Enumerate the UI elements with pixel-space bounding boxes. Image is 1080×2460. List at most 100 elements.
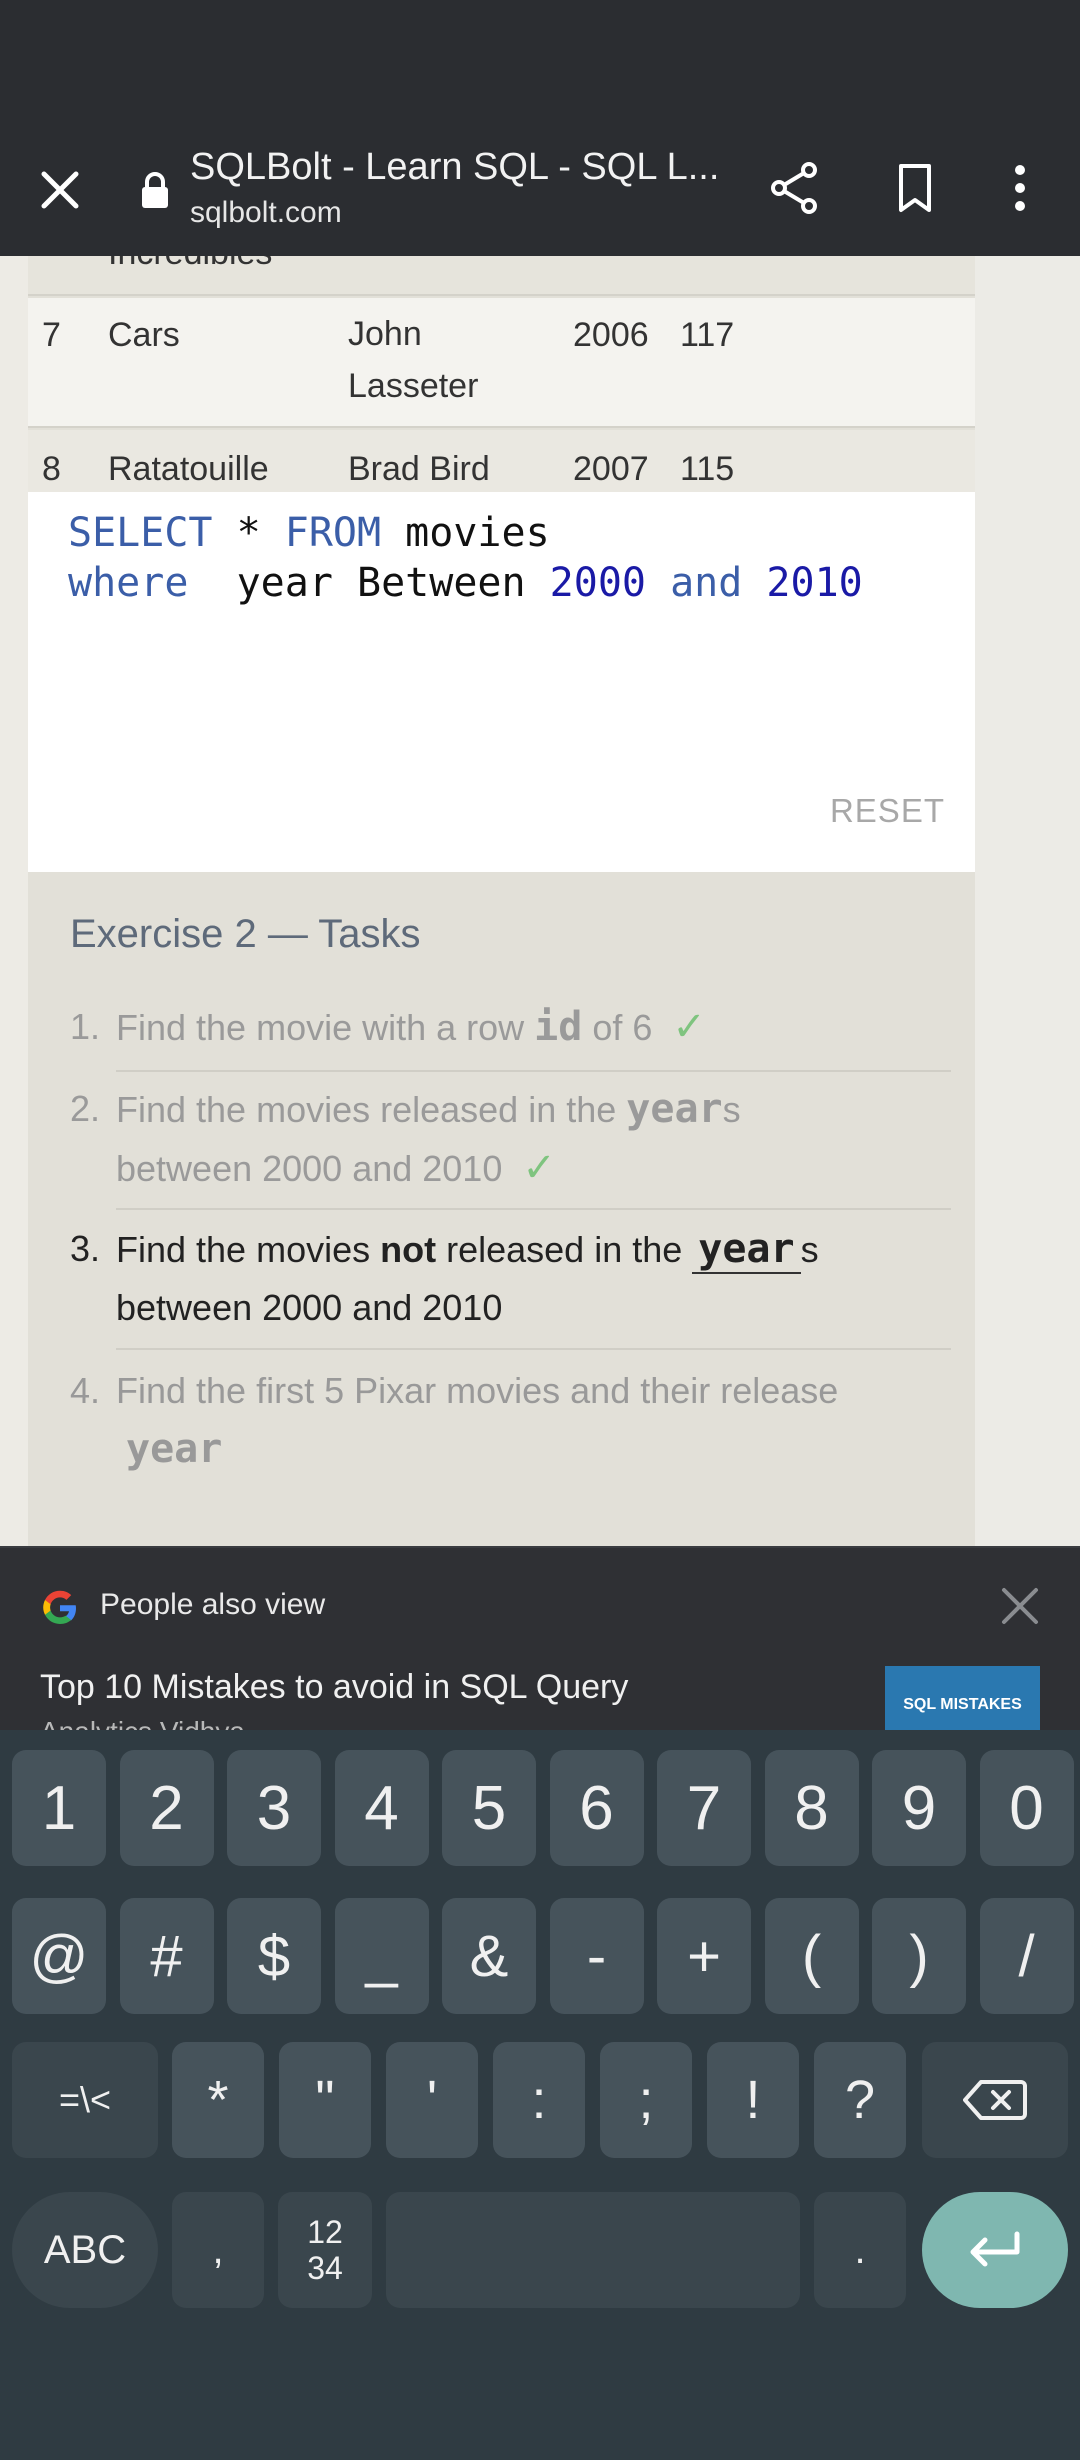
reset-button[interactable]: RESET	[830, 792, 945, 830]
abc-key[interactable]: ABC	[12, 2192, 158, 2308]
task-text-part: s	[722, 1089, 741, 1130]
task-text-part: of 6	[582, 1007, 653, 1048]
cell-year: 2007	[573, 450, 649, 488]
key-symbol[interactable]: ?	[814, 2042, 906, 2158]
link-thumbnail[interactable]: SQL MISTAKES	[885, 1666, 1040, 1732]
key-symbol[interactable]: "	[279, 2042, 371, 2158]
task-text-part: between 2000 and 2010	[116, 1287, 503, 1328]
task-text-part: between 2000 and 2010	[116, 1148, 503, 1189]
cell-id: 8	[42, 450, 61, 488]
sql-number: 2010	[766, 560, 863, 606]
more-options-icon[interactable]	[995, 158, 1045, 218]
code-term: year	[126, 1426, 223, 1472]
panel-heading: People also view	[100, 1588, 326, 1621]
backspace-key[interactable]	[922, 2042, 1068, 2158]
task-text-part: Find the first 5 Pixar movies and their …	[116, 1370, 839, 1411]
close-icon[interactable]	[30, 160, 90, 220]
check-icon: ✓	[672, 1005, 706, 1049]
key-symbol[interactable]: ;	[600, 2042, 692, 2158]
key-symbols-alt[interactable]: =\<	[12, 2042, 158, 2158]
code-term: year	[692, 1226, 801, 1274]
sql-text: year Between	[188, 560, 550, 606]
check-icon: ✓	[522, 1146, 556, 1190]
director-line: John	[348, 315, 422, 353]
key-0[interactable]: 0	[979, 1750, 1074, 1866]
key-symbol[interactable]: :	[493, 2042, 585, 2158]
task-text-part: released in the	[436, 1229, 693, 1270]
key-symbol[interactable]: @	[12, 1898, 106, 2014]
key-1[interactable]: 1	[12, 1750, 106, 1866]
space-key[interactable]	[386, 2192, 800, 2308]
sql-code[interactable]: SELECT * FROM movies where year Between …	[68, 508, 863, 608]
key-symbol[interactable]: $	[227, 1898, 321, 2014]
sql-keyword: FROM	[284, 510, 382, 556]
key-3[interactable]: 3	[227, 1750, 321, 1866]
task-number: 1.	[70, 1006, 101, 1047]
numpad-key[interactable]: 12 34	[278, 2192, 372, 2308]
people-also-view-panel: People also view Top 10 Mistakes to avoi…	[0, 1546, 1080, 1732]
task-text: Find the movie with a row id of 6 ✓	[116, 998, 946, 1057]
key-symbol[interactable]: '	[386, 2042, 478, 2158]
key-symbol[interactable]: *	[172, 2042, 264, 2158]
table-row: Incredibles	[28, 256, 975, 296]
key-symbol[interactable]: _	[334, 1898, 429, 2014]
close-icon[interactable]	[998, 1584, 1042, 1628]
task-text: Find the movies not released in the year…	[116, 1220, 946, 1337]
code-term: year	[626, 1086, 723, 1132]
key-symbol[interactable]: +	[657, 1898, 751, 2014]
cell-year: 2006	[573, 316, 649, 354]
cell-director: John Lasseter	[348, 308, 478, 412]
suggested-link[interactable]: Top 10 Mistakes to avoid in SQL Query	[40, 1668, 628, 1707]
task-text-part: s	[800, 1229, 819, 1270]
key-symbol[interactable]: #	[119, 1898, 214, 2014]
share-icon[interactable]	[765, 158, 825, 218]
key-5[interactable]: 5	[442, 1750, 536, 1866]
cell-length: 115	[680, 450, 735, 488]
status-bar	[0, 0, 1080, 130]
table-row: 7 Cars John Lasseter 2006 117	[28, 298, 975, 428]
sql-keyword: SELECT	[68, 510, 213, 556]
key-symbol[interactable]: /	[979, 1898, 1074, 2014]
sql-number: 2000	[549, 560, 646, 606]
key-symbol[interactable]: -	[549, 1898, 644, 2014]
key-6[interactable]: 6	[549, 1750, 644, 1866]
task-number: 3.	[70, 1228, 101, 1269]
cell-id: 7	[42, 316, 61, 354]
browser-toolbar: SQLBolt - Learn SQL - SQL L... sqlbolt.c…	[0, 130, 1080, 256]
task-number: 4.	[70, 1370, 101, 1411]
enter-key[interactable]	[922, 2192, 1068, 2308]
key-7[interactable]: 7	[657, 1750, 751, 1866]
code-term: id	[534, 1004, 583, 1050]
cell-title: Cars	[108, 316, 180, 354]
task-text-part: Find the movie with a row	[116, 1007, 535, 1048]
task-emphasis: not	[380, 1229, 437, 1270]
task-text-part: Find the movies released in the	[116, 1089, 627, 1130]
key-symbol[interactable]: !	[707, 2042, 799, 2158]
lock-icon	[140, 170, 170, 210]
page-title: SQLBolt - Learn SQL - SQL L...	[190, 146, 720, 188]
key-8[interactable]: 8	[764, 1750, 859, 1866]
sql-editor[interactable]: SELECT * FROM movies where year Between …	[28, 492, 975, 872]
key-2[interactable]: 2	[119, 1750, 214, 1866]
period-key[interactable]: .	[814, 2192, 906, 2308]
web-page: Incredibles 7 Cars John Lasseter 2006 11…	[0, 256, 1080, 1546]
bookmark-icon[interactable]	[885, 158, 945, 218]
exercise-tasks: Exercise 2 — Tasks 1. Find the movie wit…	[28, 882, 975, 1546]
comma-key[interactable]: ,	[172, 2192, 264, 2308]
page-url: sqlbolt.com	[190, 196, 342, 229]
divider	[116, 1348, 951, 1350]
exercise-title: Exercise 2 — Tasks	[70, 912, 421, 956]
key-9[interactable]: 9	[872, 1750, 966, 1866]
keyboard: 1234567890 @ # $ _ & - +() / * " ':;!? =\< ABC , …	[0, 1730, 1080, 2460]
sql-text: *	[212, 510, 285, 556]
sql-keyword: and	[645, 560, 767, 606]
key-symbol[interactable]: (	[764, 1898, 859, 2014]
google-icon	[40, 1588, 80, 1628]
director-line: Lasseter	[348, 367, 479, 405]
key-4[interactable]: 4	[334, 1750, 429, 1866]
task-text: Find the movies released in the years bet…	[116, 1080, 946, 1198]
key-symbol[interactable]: &	[442, 1898, 536, 2014]
cell-title: Incredibles	[108, 256, 272, 273]
key-symbol[interactable]: )	[872, 1898, 966, 2014]
task-text-part: Find the movies	[116, 1229, 381, 1270]
